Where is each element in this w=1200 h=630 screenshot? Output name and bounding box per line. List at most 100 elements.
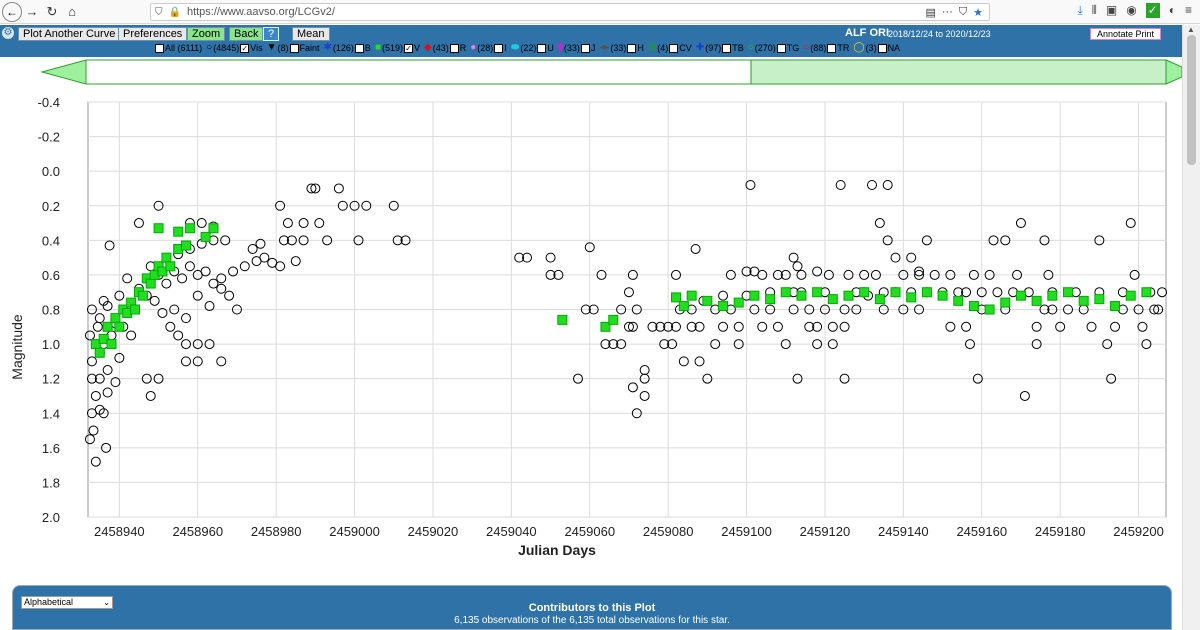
band-checkbox[interactable] <box>494 43 504 53</box>
band-name: TG <box>786 43 800 53</box>
more-icon[interactable]: ··· <box>942 6 953 19</box>
x-tick-label: 2459000 <box>329 524 380 539</box>
band-checkbox[interactable] <box>289 43 299 53</box>
zoom-button[interactable]: Zoom <box>187 27 226 41</box>
band-name: TR <box>837 43 850 53</box>
data-point-v <box>114 321 125 332</box>
band-count: (4845) <box>213 43 240 53</box>
x-tick-label: 2459140 <box>878 524 929 539</box>
data-point-v <box>1125 290 1136 301</box>
account-icon[interactable]: ◉ <box>1126 3 1136 18</box>
scrollbar-thumb[interactable] <box>1187 35 1196 165</box>
band-checkbox[interactable] <box>354 43 364 53</box>
browser-back-button[interactable]: ← <box>2 1 22 22</box>
band-filter-vis[interactable]: ○ (4845) ✓ Vis <box>206 43 263 54</box>
data-point-v <box>1063 287 1073 298</box>
band-checkbox[interactable] <box>776 43 786 53</box>
data-point-v <box>1031 295 1042 306</box>
reload-icon[interactable]: ↻ <box>42 2 62 22</box>
band-checkbox[interactable]: ✓ <box>404 43 413 53</box>
plot-another-curve-button[interactable]: Plot Another Curve <box>18 27 121 41</box>
gear-icon[interactable]: ⚙ <box>2 27 14 39</box>
x-tick-label: 2459200 <box>1113 524 1164 539</box>
band-count: (33) <box>610 43 627 53</box>
band-name: Vis <box>250 43 263 53</box>
help-button[interactable]: ? <box>263 27 280 41</box>
band-filter-v[interactable]: ■ (519) ✓ V <box>375 43 420 54</box>
band-checkbox[interactable] <box>580 43 590 53</box>
x-tick-label: 2458960 <box>172 524 223 539</box>
band-filter-tb[interactable]: ✚ (97) TB <box>695 42 744 54</box>
band-checkbox[interactable] <box>669 43 679 53</box>
contributors-subtitle: 6,135 observations of the 6,135 total ob… <box>454 615 730 626</box>
band-filter-all[interactable]: All (6111) <box>155 43 202 53</box>
band-symbol-icon: ✚ <box>695 42 705 53</box>
range-right-handle-icon[interactable] <box>1165 59 1182 85</box>
band-checkbox[interactable]: ✓ <box>240 43 250 53</box>
band-symbol-icon: ● <box>470 42 477 53</box>
band-symbol-icon: ⊞ <box>647 42 657 53</box>
data-point-v <box>765 294 776 305</box>
library-icon[interactable]: ⫴ <box>1092 3 1097 18</box>
pocket-icon[interactable]: ⛉ <box>959 6 967 19</box>
y-tick-label: 0.2 <box>42 199 60 214</box>
sidebar-icon[interactable]: ▣ <box>1106 3 1117 18</box>
data-point-v <box>953 295 964 306</box>
band-filter-na[interactable]: ◯ (3) NA <box>853 43 900 54</box>
band-name: R <box>459 43 467 53</box>
band-checkbox[interactable] <box>877 43 887 53</box>
band-count: (3) <box>865 43 877 53</box>
shield-icon: ⛉ <box>155 6 163 18</box>
data-point-v <box>106 339 117 350</box>
url-bar[interactable]: ⛉ 🔒 https://www.aavso.org/LCGv2/ ▤ ··· ⛉… <box>150 3 990 21</box>
band-checkbox[interactable] <box>155 43 164 53</box>
y-tick-label: 0.8 <box>42 303 60 318</box>
y-tick-label: 1.4 <box>42 406 60 421</box>
x-tick-label: 2459060 <box>564 524 615 539</box>
band-symbol-icon: ○ <box>803 42 810 53</box>
check-icon[interactable]: ✓ <box>1145 3 1160 18</box>
browser-forward-button[interactable]: → <box>22 2 42 22</box>
extension-icon[interactable]: ◐ <box>1169 3 1176 18</box>
data-point-v <box>718 301 729 312</box>
x-tick-label: 2459180 <box>1035 524 1086 539</box>
bookmark-star-icon[interactable]: ★ <box>973 6 983 19</box>
data-point-v <box>686 290 697 301</box>
star-name: ALF ORI <box>845 27 889 39</box>
y-tick-label: 0.6 <box>42 268 60 283</box>
range-selection[interactable] <box>750 59 1167 85</box>
range-slider[interactable] <box>40 59 1182 85</box>
band-filter-h[interactable]: ◂▸ (33) H <box>599 43 644 54</box>
annotate-print-button[interactable]: Annotate Print <box>1090 28 1162 40</box>
band-filter-j[interactable]: ⧫ (33) J <box>558 43 595 54</box>
band-filter-cv[interactable]: ⊞ (4) CV <box>647 42 692 54</box>
mean-button[interactable]: Mean <box>292 27 330 41</box>
band-count: (43) <box>432 43 449 53</box>
band-checkbox[interactable] <box>449 43 459 53</box>
band-filter-i[interactable]: ● (28) I <box>470 42 507 54</box>
data-point-v <box>937 290 948 301</box>
page-scrollbar[interactable]: ▲ <box>1182 25 1200 630</box>
download-icon[interactable]: ⤓ <box>1077 3 1082 18</box>
band-filter-r[interactable]: ◆ (43) R <box>424 43 467 54</box>
band-checkbox[interactable] <box>827 43 837 53</box>
band-checkbox[interactable] <box>627 43 637 53</box>
band-checkbox[interactable] <box>537 43 547 53</box>
band-filter-tr[interactable]: ○ (88) TR <box>803 42 850 54</box>
preferences-button[interactable]: Preferences <box>118 27 188 41</box>
band-name: U <box>547 43 554 53</box>
band-filter-tg[interactable]: ○ (270) TG <box>748 43 800 54</box>
back-button[interactable]: Back <box>229 27 264 41</box>
url-text: https://www.aavso.org/LCGv2/ <box>186 6 335 18</box>
x-tick-label: 2459080 <box>643 524 694 539</box>
band-filter-u[interactable]: ⬬ (22) U <box>511 43 554 54</box>
band-filter-b[interactable]: ✱ (126) B <box>324 43 371 54</box>
page-icon[interactable]: ▤ <box>925 6 935 19</box>
range-left-handle-icon[interactable] <box>40 59 87 85</box>
band-filter-faint[interactable]: ▼ (8) Faint <box>267 43 320 54</box>
menu-icon[interactable]: ≡ <box>1185 3 1192 18</box>
home-icon[interactable]: ⌂ <box>62 2 82 22</box>
scroll-up-icon[interactable]: ▲ <box>1187 25 1195 34</box>
band-checkbox[interactable] <box>722 43 732 53</box>
data-point-v <box>94 347 105 358</box>
